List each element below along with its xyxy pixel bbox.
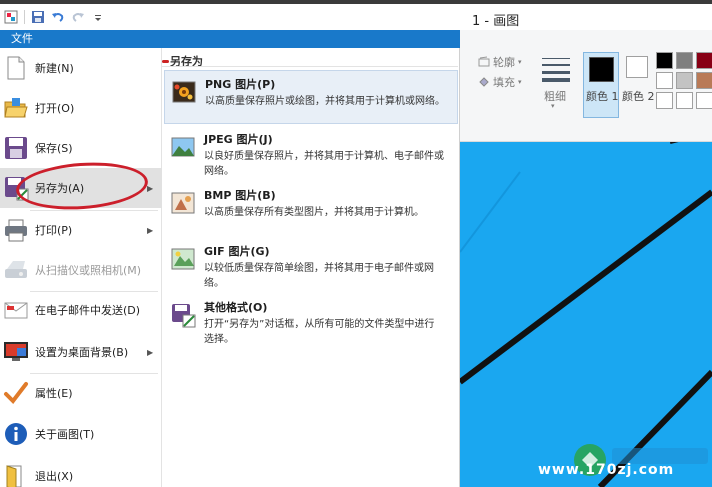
format-description: 打开“另存为”对话框，从所有可能的文件类型中进行选择。 — [204, 319, 435, 345]
menu-item-label: 属性(E) — [35, 387, 73, 400]
outline-icon — [478, 56, 490, 67]
menu-item-label: 退出(X) — [35, 470, 74, 483]
canvas-image — [460, 142, 712, 487]
save-icon[interactable] — [31, 10, 45, 24]
outline-button[interactable]: 轮廓 ▾ — [478, 54, 522, 70]
gif-image-icon — [171, 248, 195, 270]
save-disk-icon — [5, 137, 27, 159]
menu-item-label: 关于画图(T) — [35, 428, 95, 441]
exit-icon — [6, 465, 22, 487]
watermark-text: www.170zj.com — [538, 462, 675, 478]
desktop-background-icon — [4, 342, 28, 361]
submenu-arrow-icon: ▶ — [147, 225, 154, 235]
save-as-panel: 另存为 PNG 图片(P) 以高质量保存照片或绘图，并将其用于计算机或网络。 J… — [162, 48, 460, 487]
info-icon — [5, 423, 27, 445]
title-bar: 1 - 画图 — [0, 0, 712, 30]
panel-divider — [162, 66, 458, 67]
format-title: 其他格式(O) — [204, 301, 268, 314]
palette-color-custom-3[interactable] — [696, 92, 712, 109]
png-image-icon — [172, 81, 196, 103]
menu-item-about[interactable]: 关于画图(T) — [0, 414, 162, 454]
format-title: GIF 图片(G) — [204, 245, 270, 258]
menu-item-label: 在电子邮件中发送(D) — [35, 304, 141, 317]
save-as-png[interactable]: PNG 图片(P) 以高质量保存照片或绘图，并将其用于计算机或网络。 — [164, 70, 458, 124]
undo-icon[interactable] — [51, 10, 65, 24]
menu-item-desktop-background[interactable]: 设置为桌面背景(B) ▶ — [0, 332, 162, 372]
fill-button[interactable]: 填充 ▾ — [478, 74, 522, 90]
menu-item-label: 从扫描仪或照相机(M) — [35, 264, 142, 277]
save-as-gif[interactable]: GIF 图片(G) 以较低质量保存简单绘图，并将其用于电子邮件或网络。 — [164, 238, 458, 292]
palette-color-custom-2[interactable] — [676, 92, 693, 109]
window-title: 1 - 画图 — [472, 14, 520, 29]
menu-item-exit[interactable]: 退出(X) — [0, 456, 162, 487]
menu-item-label: 保存(S) — [35, 142, 73, 155]
format-description: 以高质量保存所有类型图片，并将其用于计算机。 — [204, 207, 424, 218]
printer-icon — [5, 219, 27, 242]
file-tab[interactable]: 文件 — [0, 30, 44, 48]
bmp-image-icon — [171, 192, 195, 214]
color2-label: 颜色 2 — [622, 90, 655, 103]
menu-item-new[interactable]: 新建(N) — [0, 48, 162, 88]
menu-item-open[interactable]: 打开(O) — [0, 88, 162, 128]
fill-bucket-icon — [479, 77, 489, 87]
annotation-mark — [162, 60, 169, 63]
format-title: PNG 图片(P) — [205, 78, 276, 91]
ribbon: 轮廓 ▾ 填充 ▾ 粗细 ▾ 颜色 1 颜色 2 — [460, 30, 712, 142]
redo-icon[interactable] — [71, 10, 85, 24]
menu-item-label: 打开(O) — [35, 102, 75, 115]
menu-header-strip — [44, 30, 460, 48]
scanner-icon — [5, 261, 27, 278]
save-as-other-formats[interactable]: 其他格式(O) 打开“另存为”对话框，从所有可能的文件类型中进行选择。 — [164, 294, 458, 348]
format-description: 以较低质量保存简单绘图，并将其用于电子邮件或网络。 — [204, 263, 434, 289]
file-menu: 新建(N) 打开(O) 保存(S) 另存为(A) ▶ 打印(P) ▶ 从扫描仪或… — [0, 48, 162, 487]
line-size-icon[interactable] — [542, 56, 570, 82]
size-label: 粗细 — [544, 90, 566, 103]
format-description: 以良好质量保存照片，并将其用于计算机、电子邮件或网络。 — [204, 151, 444, 177]
format-description: 以高质量保存照片或绘图，并将其用于计算机或网络。 — [205, 96, 445, 107]
menu-item-scanner[interactable]: 从扫描仪或照相机(M) — [0, 250, 162, 290]
open-folder-icon — [4, 98, 28, 118]
fill-label: 填充 — [493, 76, 515, 89]
color1-label: 颜色 1 — [586, 90, 619, 103]
submenu-arrow-icon: ▶ — [147, 347, 154, 357]
properties-check-icon — [4, 382, 28, 405]
jpeg-image-icon — [171, 137, 195, 157]
size-dropdown-icon[interactable]: ▾ — [551, 102, 555, 110]
email-icon — [4, 302, 28, 319]
drawing-canvas[interactable] — [460, 142, 712, 487]
palette-color-white[interactable] — [656, 72, 673, 89]
submenu-arrow-icon: ▶ — [147, 183, 154, 193]
quick-access-toolbar — [4, 10, 105, 24]
color1-swatch — [589, 57, 614, 82]
new-document-icon — [7, 56, 25, 80]
menu-item-properties[interactable]: 属性(E) — [0, 373, 162, 413]
palette-color-black[interactable] — [656, 52, 673, 69]
paint-app-icon — [4, 10, 18, 24]
format-title: BMP 图片(B) — [204, 189, 276, 202]
save-as-jpeg[interactable]: JPEG 图片(J) 以良好质量保存照片，并将其用于计算机、电子邮件或网络。 — [164, 126, 458, 180]
menu-item-print[interactable]: 打印(P) ▶ — [0, 210, 162, 250]
format-title: JPEG 图片(J) — [204, 133, 273, 146]
other-formats-icon — [172, 304, 196, 328]
save-as-bmp[interactable]: BMP 图片(B) 以高质量保存所有类型图片，并将其用于计算机。 — [164, 182, 458, 236]
menu-item-label: 新建(N) — [35, 62, 74, 75]
menu-item-label: 设置为桌面背景(B) — [35, 346, 129, 359]
palette-color-custom-1[interactable] — [656, 92, 673, 109]
palette-color-light-gray[interactable] — [676, 72, 693, 89]
color2-swatch[interactable] — [626, 56, 648, 78]
customize-toolbar-icon[interactable] — [91, 10, 105, 24]
palette-color-dark-red[interactable] — [696, 52, 712, 69]
color1-button[interactable] — [583, 52, 619, 118]
palette-color-brown[interactable] — [696, 72, 712, 89]
menu-item-email[interactable]: 在电子邮件中发送(D) — [0, 290, 162, 330]
toolbar-divider — [24, 10, 25, 24]
palette-color-gray[interactable] — [676, 52, 693, 69]
menu-item-label: 打印(P) — [35, 224, 73, 237]
outline-label: 轮廓 — [493, 56, 515, 69]
